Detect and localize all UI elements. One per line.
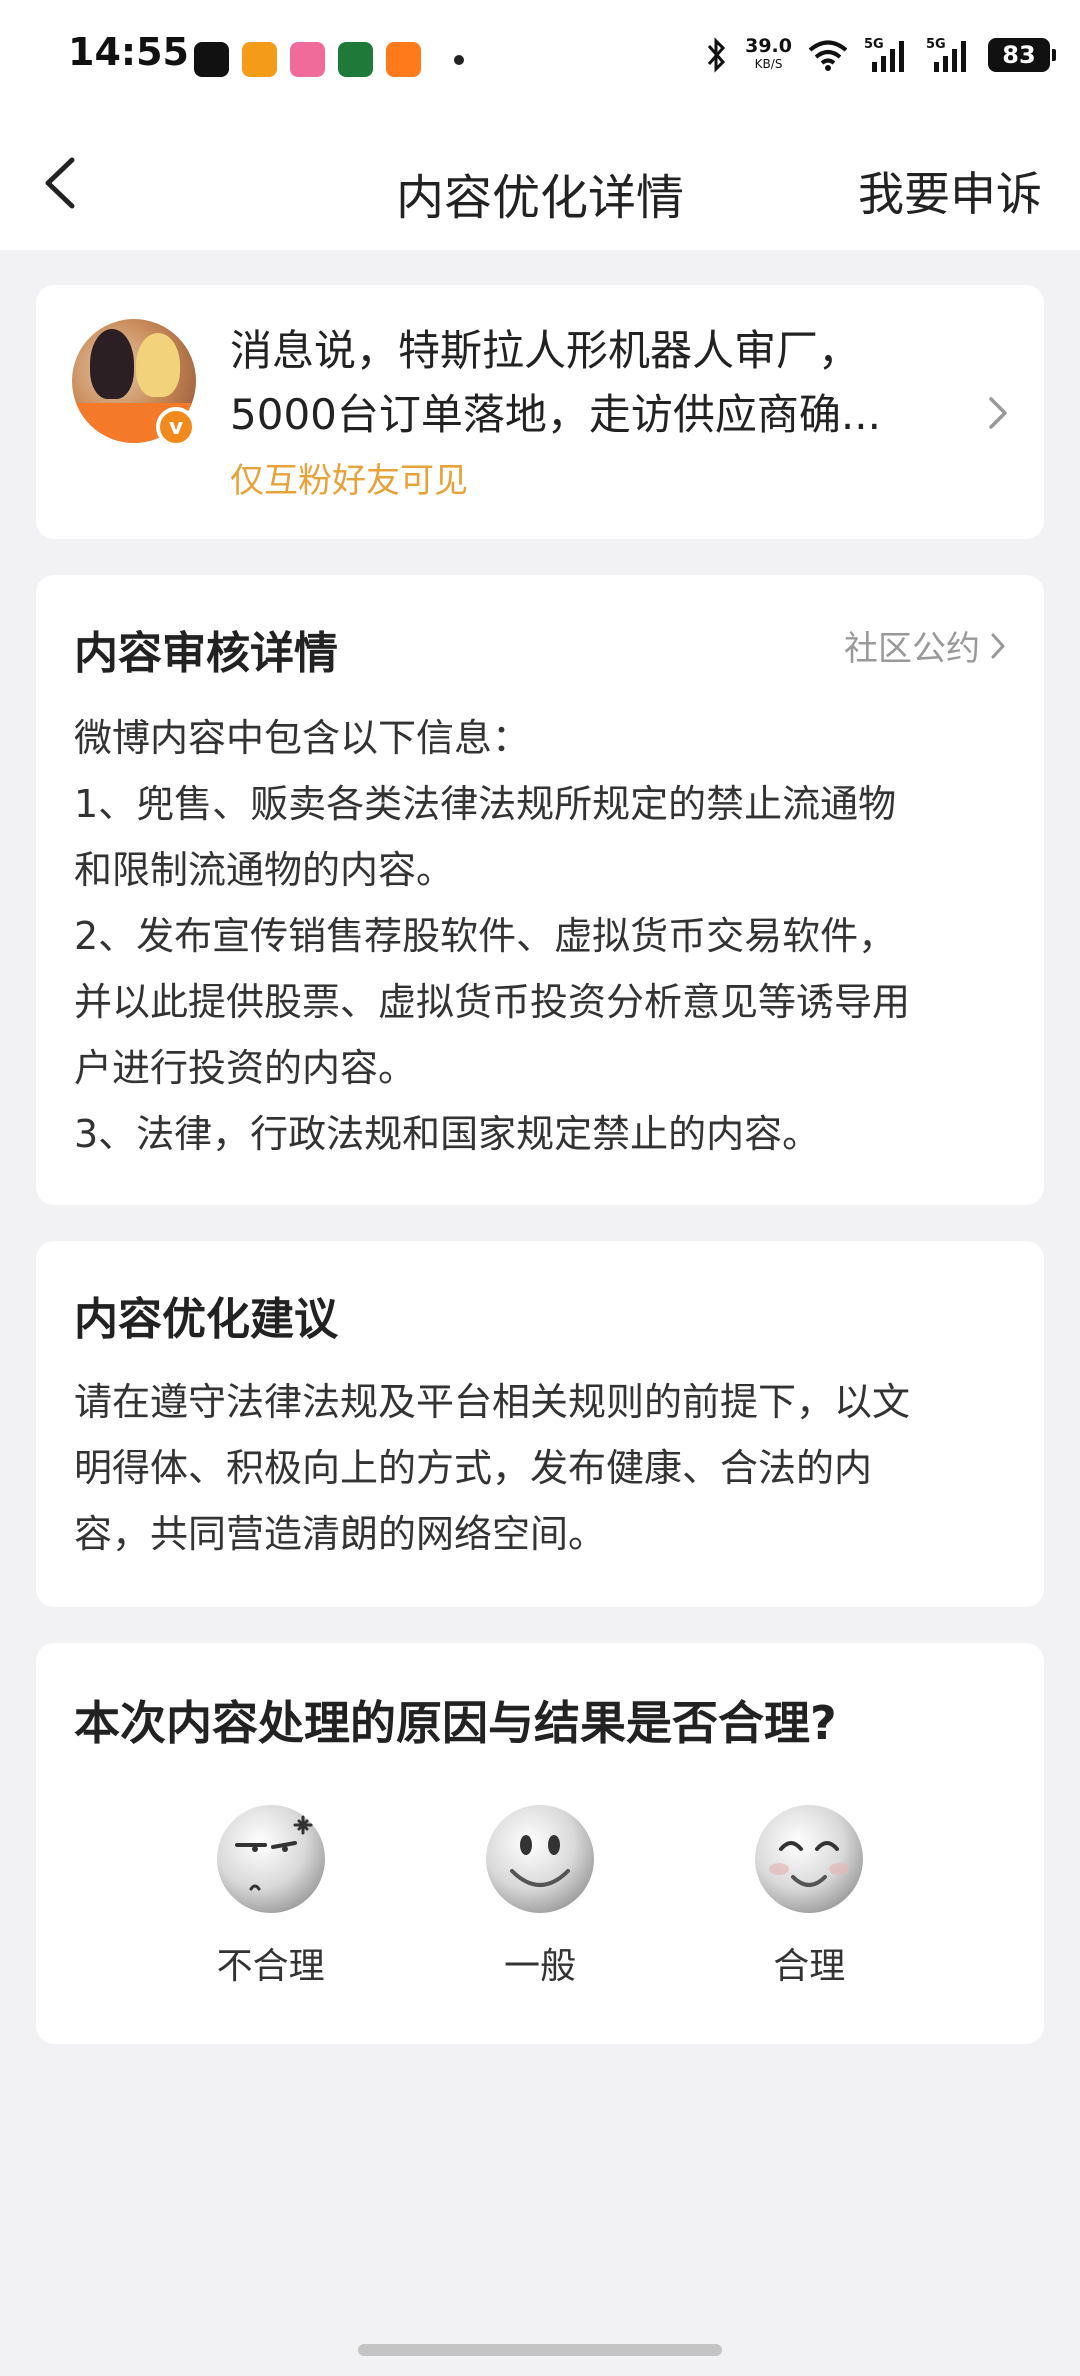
suggestion-card: 内容优化建议 请在遵守法律法规及平台相关规则的前提下，以文 明得体、积极向上的方… xyxy=(36,1241,1044,1607)
signal-5g-icon: 5G xyxy=(864,37,904,72)
suggestion-line: 容，共同营造清朗的网络空间。 xyxy=(74,1512,607,1556)
rating-options: 不合理 一般 合理 xyxy=(36,1803,1044,1989)
annoyed-face-icon xyxy=(216,1805,325,1913)
community-rules-label: 社区公约 xyxy=(844,629,980,669)
review-title: 内容审核详情 xyxy=(74,628,338,679)
community-rules-link[interactable]: 社区公约 xyxy=(844,621,1006,670)
taobao-app-icon xyxy=(386,42,421,77)
review-line: 3、法律，行政法规和国家规定禁止的内容。 xyxy=(74,1112,821,1156)
suggestion-line: 请在遵守法律法规及平台相关规则的前提下，以文 xyxy=(74,1380,911,1424)
verified-badge-icon: v xyxy=(156,407,196,447)
review-line: 和限制流通物的内容。 xyxy=(74,848,455,892)
review-body: 微博内容中包含以下信息： 1、兜售、贩卖各类法律法规所规定的禁止流通物 和限制流… xyxy=(74,705,1014,1167)
review-line: 2、发布宣传销售荐股软件、虚拟货币交易软件， xyxy=(74,914,897,958)
rating-label: 合理 xyxy=(773,1946,846,1987)
wifi-icon xyxy=(808,40,848,71)
avatar-figure-left xyxy=(90,329,134,399)
chevron-right-icon xyxy=(989,397,1007,429)
network-speed-unit: KB/S xyxy=(754,57,783,71)
status-right: 39.0 KB/S 5G 5G 83 xyxy=(705,36,1056,74)
orange-app-icon xyxy=(242,42,277,77)
post-text-line: 消息说，特斯拉人形机器人审厂， xyxy=(230,326,861,375)
signal-5g-icon-2: 5G xyxy=(926,37,966,72)
post-text-line: 5000台订单落地，走访供应商确... xyxy=(230,390,881,439)
appeal-button[interactable]: 我要申诉 xyxy=(858,158,1042,224)
suggestion-body: 请在遵守法律法规及平台相关规则的前提下，以文 明得体、积极向上的方式，发布健康、… xyxy=(74,1369,1014,1567)
network-speed: 39.0 KB/S xyxy=(745,37,792,73)
home-indicator[interactable] xyxy=(358,2344,722,2356)
review-line: 1、兜售、贩卖各类法律法规所规定的禁止流通物 xyxy=(74,782,897,826)
suggestion-title: 内容优化建议 xyxy=(74,1294,338,1345)
neutral-smile-face-icon xyxy=(485,1805,594,1913)
notification-icons xyxy=(194,42,464,77)
svg-text:5G: 5G xyxy=(926,37,946,52)
review-line: 户进行投资的内容。 xyxy=(74,1046,417,1090)
network-speed-value: 39.0 xyxy=(745,35,792,57)
more-notifications-dot-icon xyxy=(454,54,464,65)
status-bar: 14:55 39.0 KB/S 5G 5G 83 xyxy=(0,0,1080,118)
rating-question: 本次内容处理的原因与结果是否合理? xyxy=(74,1696,837,1750)
chevron-right-icon xyxy=(991,633,1005,658)
green-app-icon xyxy=(338,42,373,77)
rating-option-reasonable[interactable]: 合理 xyxy=(719,1803,899,1989)
suggestion-line: 明得体、积极向上的方式，发布健康、合法的内 xyxy=(74,1446,873,1490)
rating-option-unreasonable[interactable]: 不合理 xyxy=(181,1803,361,1989)
rating-label: 不合理 xyxy=(216,1946,325,1987)
review-line: 微博内容中包含以下信息： xyxy=(74,716,531,760)
status-time: 14:55 xyxy=(68,30,189,74)
battery-icon: 83 xyxy=(988,38,1056,72)
review-details-card: 内容审核详情 社区公约 微博内容中包含以下信息： 1、兜售、贩卖各类法律法规所规… xyxy=(36,575,1044,1205)
avatar-figure-right xyxy=(136,333,180,397)
post-card[interactable]: v 消息说，特斯拉人形机器人审厂， 5000台订单落地，走访供应商确... 仅互… xyxy=(36,285,1044,539)
visibility-label: 仅互粉好友可见 xyxy=(230,461,468,501)
pink-app-icon xyxy=(290,42,325,77)
post-text: 消息说，特斯拉人形机器人审厂， 5000台订单落地，走访供应商确... xyxy=(230,319,960,447)
review-line: 并以此提供股票、虚拟货币投资分析意见等诱导用 xyxy=(74,980,911,1024)
tiktok-app-icon xyxy=(194,42,229,77)
happy-face-icon xyxy=(755,1805,864,1913)
rating-label: 一般 xyxy=(503,1946,576,1987)
rating-card: 本次内容处理的原因与结果是否合理? 不合理 一般 合理 xyxy=(36,1643,1044,2044)
rating-option-average[interactable]: 一般 xyxy=(450,1803,630,1989)
nav-bar: 内容优化详情 我要申诉 xyxy=(0,118,1080,250)
bluetooth-icon xyxy=(707,37,726,73)
svg-text:5G: 5G xyxy=(864,37,884,52)
